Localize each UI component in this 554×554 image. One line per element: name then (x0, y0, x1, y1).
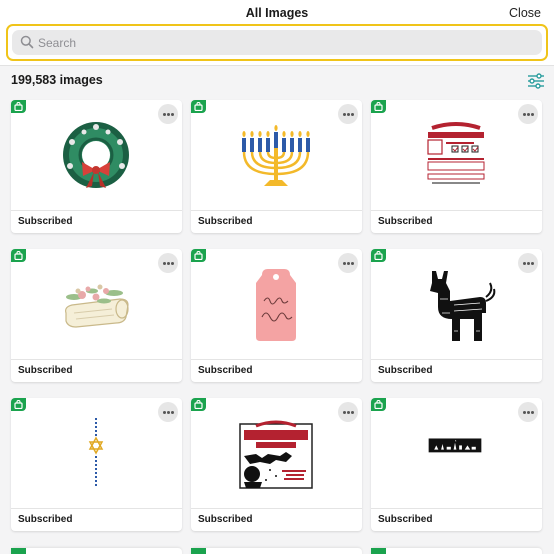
image-card[interactable]: Subscribed (371, 100, 542, 233)
floral-log-image (65, 284, 129, 328)
card-status-label: Subscribed (11, 508, 182, 531)
gift-tag-image (256, 269, 296, 341)
nativity-banner-image (428, 438, 482, 453)
more-options-button[interactable] (518, 253, 538, 273)
page-title: All Images (245, 6, 309, 20)
menorah-image (242, 125, 310, 186)
more-options-button[interactable] (338, 253, 358, 273)
bag-icon (194, 251, 203, 260)
subscription-badge (191, 548, 206, 554)
image-card[interactable]: Subscribed (371, 249, 542, 382)
bag-icon (14, 251, 23, 260)
bag-icon (374, 400, 383, 409)
image-card[interactable]: Subscribed (11, 398, 182, 531)
card-status-label: Subscribed (11, 359, 182, 382)
all-images-page: All Images Close 199,583 images (0, 0, 554, 554)
image-thumbnail[interactable] (11, 100, 182, 210)
more-options-button[interactable] (158, 104, 178, 124)
bag-icon (374, 102, 383, 111)
top-bar: All Images Close (0, 0, 554, 66)
subscription-badge (191, 249, 206, 262)
image-card-partial[interactable] (11, 548, 182, 554)
bag-icon (14, 102, 23, 111)
more-options-button[interactable] (158, 402, 178, 422)
bag-icon (374, 251, 383, 260)
image-thumbnail[interactable] (191, 398, 362, 508)
more-options-button[interactable] (518, 104, 538, 124)
image-thumbnail[interactable] (371, 398, 542, 508)
subscription-badge (191, 100, 206, 113)
image-card-partial[interactable] (371, 548, 542, 554)
card-status-label: Subscribed (11, 210, 182, 233)
search-field-focus-ring (6, 24, 548, 61)
subscription-badge (11, 548, 26, 554)
hanukkah-star-image (88, 418, 104, 486)
image-card[interactable]: Subscribed (11, 249, 182, 382)
image-thumbnail[interactable] (191, 100, 362, 210)
christmas-wreath-image (63, 122, 129, 188)
image-card-partial[interactable] (191, 548, 362, 554)
card-status-label: Subscribed (191, 359, 362, 382)
card-status-label: Subscribed (371, 508, 542, 531)
subscription-badge (371, 398, 386, 411)
image-thumbnail[interactable] (11, 398, 182, 508)
subscription-badge (11, 100, 26, 113)
subscription-badge (371, 100, 386, 113)
north-pole-toy-co-image (239, 420, 313, 489)
bag-icon (194, 400, 203, 409)
card-status-label: Subscribed (191, 210, 362, 233)
image-card[interactable]: Subscribed (191, 249, 362, 382)
subscription-badge (11, 398, 26, 411)
more-options-button[interactable] (518, 402, 538, 422)
search-input[interactable] (38, 33, 534, 52)
image-thumbnail[interactable] (11, 249, 182, 359)
more-options-button[interactable] (338, 402, 358, 422)
image-card[interactable]: Subscribed (191, 100, 362, 233)
image-card[interactable]: Subscribed (371, 398, 542, 531)
subscription-badge (11, 249, 26, 262)
image-card[interactable]: Subscribed (11, 100, 182, 233)
subscription-badge (191, 398, 206, 411)
bag-icon (194, 102, 203, 111)
image-card[interactable]: Subscribed (191, 398, 362, 531)
bag-icon (14, 400, 23, 409)
image-count: 199,583 images (11, 73, 103, 87)
image-thumbnail[interactable] (371, 249, 542, 359)
subscription-badge (371, 548, 386, 554)
image-thumbnail[interactable] (191, 249, 362, 359)
more-options-button[interactable] (158, 253, 178, 273)
card-status-label: Subscribed (191, 508, 362, 531)
subscription-badge (371, 249, 386, 262)
north-pole-label-image (427, 122, 485, 184)
search-field[interactable] (12, 30, 542, 55)
image-thumbnail[interactable] (371, 100, 542, 210)
results-row: 199,583 images (0, 66, 554, 96)
pinata-image (430, 271, 496, 341)
more-options-button[interactable] (338, 104, 358, 124)
card-status-label: Subscribed (371, 359, 542, 382)
card-status-label: Subscribed (371, 210, 542, 233)
search-icon (20, 35, 34, 49)
close-button[interactable]: Close (509, 6, 541, 20)
filter-sliders-icon[interactable] (526, 72, 546, 90)
